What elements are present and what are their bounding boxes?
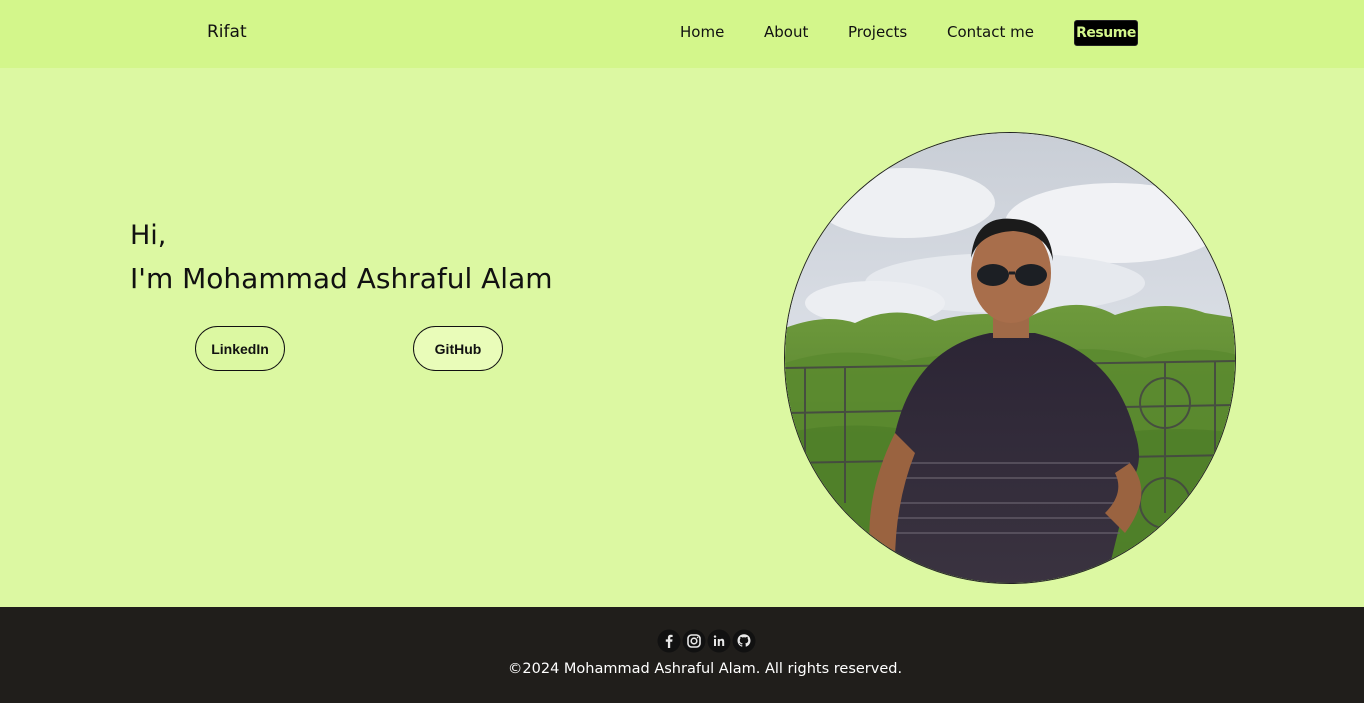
profile-photo [784,132,1236,584]
hero-greeting: Hi, [130,220,167,251]
resume-button[interactable]: Resume [1074,20,1138,46]
facebook-icon[interactable] [656,628,681,654]
nav-link-contact[interactable]: Contact me [947,23,1034,41]
navbar: Rifat Home About Projects Contact me Res… [0,0,1364,68]
social-links [656,628,756,654]
nav-links: Home About Projects Contact me Resume [0,0,1364,68]
nav-link-projects[interactable]: Projects [848,23,907,41]
footer-copyright: ©2024 Mohammad Ashraful Alam. All rights… [507,661,903,677]
hero-name: I'm Mohammad Ashraful Alam [130,262,553,295]
instagram-icon[interactable] [681,628,706,654]
linkedin-button[interactable]: LinkedIn [195,326,285,371]
nav-link-about[interactable]: About [764,23,808,41]
footer [0,607,1364,703]
profile-photo-image [785,133,1235,583]
nav-link-home[interactable]: Home [680,23,724,41]
linkedin-icon[interactable] [706,628,731,654]
github-icon[interactable] [731,628,756,654]
github-button[interactable]: GitHub [413,326,503,371]
